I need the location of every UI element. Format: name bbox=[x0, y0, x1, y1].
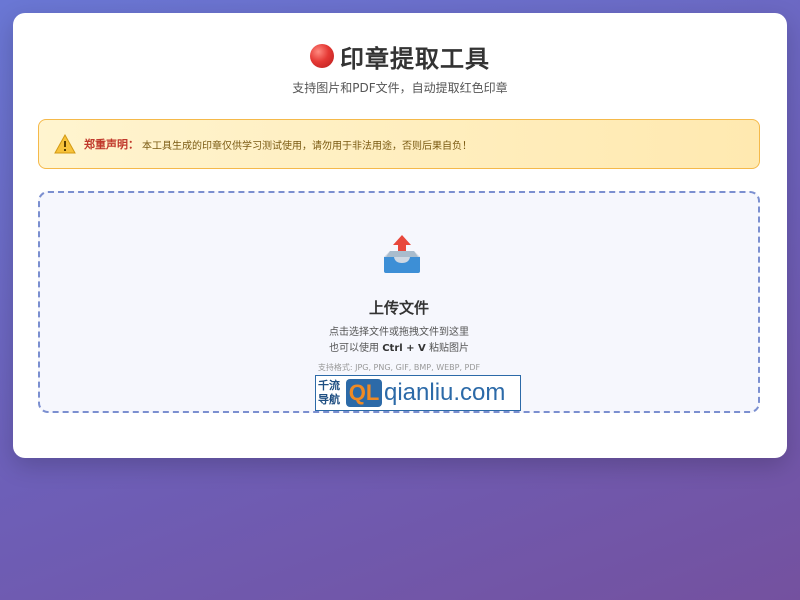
upload-title: 上传文件 bbox=[368, 299, 429, 317]
upload-hint-click: 点击选择文件或拖拽文件到这里 bbox=[329, 327, 469, 338]
page-subtitle: 支持图片和PDF文件，自动提取红色印章 bbox=[292, 81, 508, 95]
page-title: 印章提取工具 bbox=[340, 44, 490, 73]
watermark-cn-text: 千流 导航 bbox=[316, 379, 346, 407]
upload-hint-paste: 也可以使用 Ctrl + V 粘贴图片 bbox=[40, 339, 758, 354]
watermark-domain: qianliu.com bbox=[384, 379, 506, 406]
paste-hint-prefix: 也可以使用 bbox=[329, 343, 383, 354]
warning-label: 郑重声明： bbox=[84, 138, 139, 151]
warning-banner: 郑重声明： 本工具生成的印章仅供学习测试使用，请勿用于非法用途，否则后果自负！ bbox=[38, 119, 760, 169]
site-watermark: 千流 导航 QL qianliu.com bbox=[315, 375, 521, 411]
watermark-cn-line1: 千流 bbox=[318, 379, 340, 392]
upload-tray-icon bbox=[384, 235, 420, 273]
watermark-logo: QL bbox=[346, 379, 382, 407]
paste-shortcut: Ctrl + V bbox=[382, 343, 426, 354]
page-header: 印章提取工具 bbox=[13, 39, 787, 73]
supported-formats: 支持格式: JPG, PNG, GIF, BMP, WEBP, PDF bbox=[317, 363, 481, 372]
warning-text: 本工具生成的印章仅供学习测试使用，请勿用于非法用途，否则后果自负！ bbox=[142, 140, 472, 152]
main-card: 印章提取工具 支持图片和PDF文件，自动提取红色印章 郑重声明： 本工具生成的印… bbox=[13, 13, 787, 458]
red-circle-icon bbox=[310, 44, 334, 68]
watermark-cn-line2: 导航 bbox=[318, 393, 340, 406]
warning-icon bbox=[54, 134, 76, 154]
paste-hint-suffix: 粘贴图片 bbox=[425, 343, 469, 354]
upload-dropzone[interactable]: 上传文件 点击选择文件或拖拽文件到这里 也可以使用 Ctrl + V 粘贴图片 … bbox=[38, 191, 760, 413]
